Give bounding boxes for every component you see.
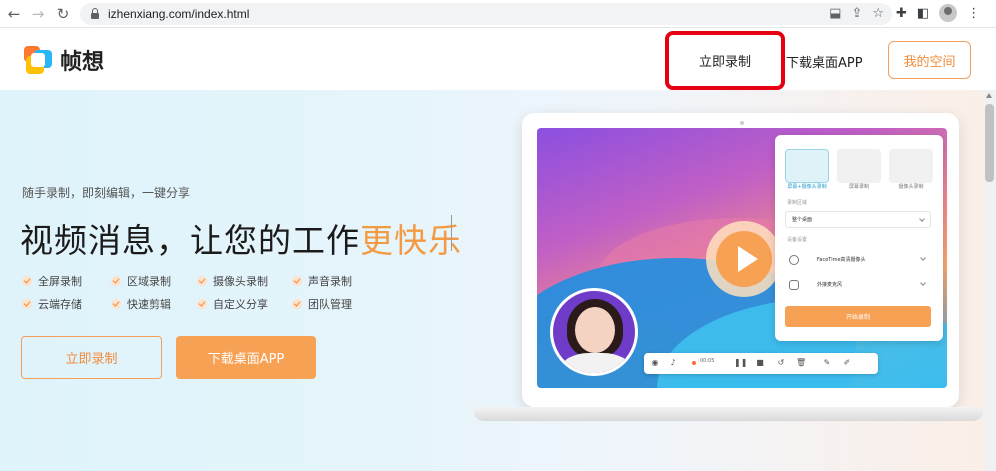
laptop-base bbox=[474, 407, 983, 421]
mode-screen-camera bbox=[785, 149, 829, 183]
chevron-down-icon bbox=[920, 255, 926, 261]
check-icon bbox=[22, 299, 32, 309]
feature-label: 云端存储 bbox=[38, 298, 82, 311]
camera-icon: ◉ bbox=[651, 358, 659, 367]
check-icon bbox=[292, 299, 302, 309]
mic-select: 外接麦克风 bbox=[811, 276, 931, 293]
feature-label: 自定义分享 bbox=[213, 298, 268, 311]
headline-highlight: 更快乐 bbox=[360, 221, 462, 260]
feature-item: 声音录制 bbox=[292, 273, 352, 289]
feature-item: 云端存储 bbox=[22, 296, 82, 312]
browser-toolbar: ← → ↻ izhenxiang.com/index.html ⬓ ⇪ ☆ ✚ … bbox=[0, 0, 996, 28]
text-cursor bbox=[451, 215, 452, 251]
select-value: 整个桌面 bbox=[792, 217, 813, 223]
edit-icon: ✐ bbox=[843, 358, 851, 367]
mode-camera bbox=[889, 149, 933, 183]
feature-label: 团队管理 bbox=[308, 298, 352, 311]
nav-record-link[interactable]: 立即录制 bbox=[665, 31, 785, 90]
recording-timer: 00:05 bbox=[700, 358, 715, 364]
section-label: 设备设置 bbox=[787, 237, 808, 243]
my-space-button[interactable]: 我的空间 bbox=[888, 41, 971, 79]
record-area-select: 整个桌面 bbox=[785, 211, 931, 228]
camera-select: FaceTime高清摄像头 bbox=[811, 251, 931, 268]
site-logo[interactable]: 帧想 bbox=[24, 44, 104, 76]
feature-label: 快速剪辑 bbox=[127, 298, 171, 311]
start-recording-button: 开始录制 bbox=[785, 306, 931, 327]
feature-label: 区域录制 bbox=[127, 275, 171, 288]
feature-label: 全屏录制 bbox=[38, 275, 82, 288]
hero-download-button[interactable]: 下载桌面APP bbox=[176, 336, 316, 379]
url-text: izhenxiang.com/index.html bbox=[108, 7, 250, 21]
mode-screen bbox=[837, 149, 881, 183]
site-header: 帧想 立即录制 下载桌面APP 我的空间 bbox=[0, 28, 996, 90]
headline-main: 视频消息，让您的工作 bbox=[20, 221, 360, 260]
select-value: 外接麦克风 bbox=[817, 282, 843, 288]
side-panel-icon[interactable]: ◧ bbox=[917, 6, 929, 21]
undo-icon: ↺ bbox=[777, 358, 785, 367]
address-bar[interactable]: izhenxiang.com/index.html ⬓ ⇪ ☆ bbox=[80, 3, 892, 25]
check-icon bbox=[111, 276, 121, 286]
forward-icon[interactable]: → bbox=[26, 2, 50, 26]
camera-icon bbox=[789, 255, 799, 265]
menu-kebab-icon[interactable]: ⋮ bbox=[967, 6, 980, 21]
pen-icon: ✎ bbox=[823, 358, 831, 367]
section-label: 录制区域 bbox=[787, 200, 808, 206]
nav-download-link[interactable]: 下载桌面APP bbox=[786, 52, 863, 71]
share-icon[interactable]: ⇪ bbox=[851, 6, 862, 21]
feature-item: 快速剪辑 bbox=[111, 296, 171, 312]
scrollbar-thumb[interactable] bbox=[985, 104, 994, 182]
feature-item: 区域录制 bbox=[111, 273, 171, 289]
webcam-preview bbox=[550, 288, 638, 376]
hero-record-button[interactable]: 立即录制 bbox=[21, 336, 162, 379]
logo-mark-icon bbox=[24, 46, 52, 74]
feature-item: 摄像头录制 bbox=[197, 273, 268, 289]
feature-item: 全屏录制 bbox=[22, 273, 82, 289]
lock-icon bbox=[90, 8, 100, 20]
select-value: FaceTime高清摄像头 bbox=[817, 257, 866, 263]
back-icon[interactable]: ← bbox=[2, 2, 26, 26]
microphone-icon: ♪ bbox=[670, 358, 676, 367]
mode-label: 摄像头录制 bbox=[898, 184, 924, 190]
play-icon bbox=[738, 246, 758, 272]
hero-tagline: 随手录制，即刻编辑，一键分享 bbox=[22, 186, 191, 200]
microphone-icon bbox=[789, 280, 799, 290]
recording-settings-panel: 屏幕+摄像头录制 屏幕录制 摄像头录制 录制区域 整个桌面 设备设置 FaceT… bbox=[775, 135, 943, 341]
scroll-up-icon[interactable] bbox=[986, 93, 992, 98]
stop-icon: ■ bbox=[756, 358, 764, 367]
extensions-icon[interactable]: ✚ bbox=[896, 6, 907, 21]
mode-label: 屏幕录制 bbox=[848, 184, 869, 190]
logo-text: 帧想 bbox=[60, 50, 105, 75]
delete-icon: 🗑 bbox=[796, 358, 807, 367]
chevron-down-icon bbox=[920, 280, 926, 286]
check-icon bbox=[197, 276, 207, 286]
hero-headline: 视频消息，让您的工作更快乐 bbox=[20, 214, 462, 262]
feature-item: 团队管理 bbox=[292, 296, 352, 312]
install-app-icon[interactable]: ⬓ bbox=[829, 6, 841, 21]
laptop-camera-dot bbox=[740, 121, 744, 125]
profile-avatar-icon[interactable] bbox=[939, 4, 958, 22]
chevron-down-icon bbox=[919, 216, 925, 222]
check-icon bbox=[22, 276, 32, 286]
feature-label: 摄像头录制 bbox=[213, 275, 268, 288]
pause-icon: ❚❚ bbox=[734, 358, 748, 367]
reload-icon[interactable]: ↻ bbox=[51, 2, 75, 26]
recording-dot-icon bbox=[692, 361, 696, 365]
feature-label: 声音录制 bbox=[308, 275, 352, 288]
bookmark-star-icon[interactable]: ☆ bbox=[872, 6, 884, 21]
check-icon bbox=[197, 299, 207, 309]
mode-label: 屏幕+摄像头录制 bbox=[787, 184, 827, 190]
check-icon bbox=[111, 299, 121, 309]
check-icon bbox=[292, 276, 302, 286]
feature-item: 自定义分享 bbox=[197, 296, 268, 312]
page-scrollbar[interactable] bbox=[983, 90, 996, 471]
recording-toolbar: ◉ ♪ 00:05 ❚❚ ■ ↺ 🗑 ✎ ✐ bbox=[644, 353, 878, 374]
